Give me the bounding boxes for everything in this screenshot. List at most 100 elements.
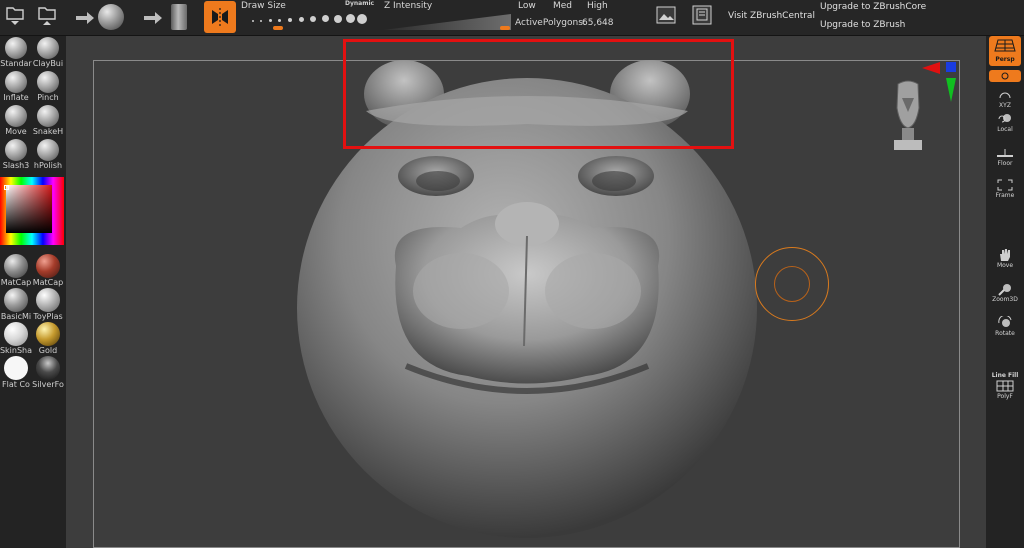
arrow-right-icon[interactable] [75, 10, 95, 29]
size-dot [346, 14, 355, 23]
active-polygons-value: 65,648 [582, 18, 614, 28]
material-thumbnail [4, 356, 28, 380]
symmetry-icon[interactable] [204, 1, 236, 33]
brush-claybuildup[interactable]: ClayBui [32, 37, 64, 68]
document-icon[interactable] [692, 5, 712, 29]
size-dot [322, 15, 329, 22]
material-label: ToyPlas [33, 312, 63, 321]
size-dot [310, 16, 316, 22]
arrow-right-icon[interactable] [143, 10, 163, 29]
floor-icon [988, 146, 1022, 160]
brush-pinch[interactable]: Pinch [32, 71, 64, 102]
save-icon[interactable] [36, 4, 58, 26]
z-intensity-slider[interactable] [383, 14, 511, 30]
size-dot [334, 15, 342, 23]
size-dot [252, 20, 254, 22]
frame-button[interactable]: Frame [988, 178, 1022, 199]
rotate-icon [988, 316, 1022, 330]
material-flatcolor[interactable]: Flat Co [0, 356, 32, 389]
med-button[interactable]: Med [553, 1, 572, 11]
size-dot [299, 17, 304, 22]
high-button[interactable]: High [587, 1, 608, 11]
sphere-tool-icon[interactable] [98, 4, 124, 30]
color-picker[interactable] [0, 177, 64, 245]
brush-thumbnail [37, 139, 59, 161]
upgrade-zbrush-button[interactable]: Upgrade to ZBrush [814, 18, 911, 32]
material-toyplastic[interactable]: ToyPlas [32, 288, 64, 321]
upgrade-zbrushcore-button[interactable]: Upgrade to ZBrushCore [814, 0, 932, 14]
image-icon[interactable] [656, 6, 676, 28]
brush-hpolish[interactable]: hPolish [32, 139, 64, 170]
open-icon[interactable] [4, 4, 26, 26]
move-button[interactable]: Move [988, 248, 1022, 269]
color-picker-square[interactable] [6, 185, 52, 233]
chain-icon [1001, 72, 1009, 80]
material-thumbnail [36, 288, 60, 312]
hand-icon [988, 248, 1022, 262]
brush-label: Pinch [37, 93, 59, 102]
head-orientation-icon[interactable] [892, 78, 924, 150]
brush-label: Move [5, 127, 27, 136]
zoom-icon [988, 282, 1022, 296]
brush-cursor-inner [774, 266, 810, 302]
brush-standard[interactable]: Standar [0, 37, 32, 68]
brush-slash3[interactable]: Slash3 [0, 139, 32, 170]
dynamic-label[interactable]: Dynamic [345, 0, 374, 7]
size-dot [278, 19, 281, 22]
brush-move[interactable]: Move [0, 105, 32, 136]
local-icon [988, 112, 1022, 126]
draw-size-slider[interactable] [248, 12, 368, 30]
zoom3d-button[interactable]: Zoom3D [988, 282, 1022, 303]
material-skinshade[interactable]: SkinSha [0, 322, 32, 355]
persp-button[interactable]: Persp [989, 36, 1021, 66]
brush-thumbnail [37, 71, 59, 93]
material-matcap-gray[interactable]: MatCap [0, 254, 32, 287]
material-label: MatCap [0, 278, 32, 287]
viewport-canvas[interactable] [66, 36, 986, 548]
local-button[interactable]: Local [988, 112, 1022, 133]
material-label: Flat Co [2, 380, 30, 389]
top-toolbar: Draw Size Dynamic Z Intensity Low Med Hi… [0, 0, 1024, 36]
grid-icon [994, 39, 1016, 52]
frame-label: Frame [995, 192, 1015, 199]
brush-thumbnail [5, 37, 27, 59]
xyz-button[interactable]: XYZ [988, 88, 1022, 109]
material-basic[interactable]: BasicMi [0, 288, 32, 321]
material-thumbnail [4, 322, 28, 346]
z-intensity-handle[interactable] [500, 26, 510, 30]
rotate-button[interactable]: Rotate [988, 316, 1022, 337]
floor-button[interactable]: Floor [988, 146, 1022, 167]
material-silverfoil[interactable]: SilverFo [32, 356, 64, 389]
line-fill-label: Line Fill [991, 372, 1019, 379]
brush-thumbnail [37, 37, 59, 59]
brush-thumbnail [5, 105, 27, 127]
visit-zbrushcentral-button[interactable]: Visit ZBrushCentral [722, 9, 821, 23]
move-label: Move [996, 262, 1014, 269]
material-thumbnail [36, 322, 60, 346]
right-shelf: Persp XYZ Local Floor Frame Move Zoom3D … [986, 36, 1024, 548]
color-picker-marker[interactable] [4, 185, 9, 190]
frame-icon [988, 178, 1022, 192]
persp-options-button[interactable] [989, 70, 1021, 82]
material-thumbnail [36, 254, 60, 278]
material-label: Gold [38, 346, 58, 355]
polyf-label: PolyF [997, 393, 1013, 400]
brush-inflate[interactable]: Inflate [0, 71, 32, 102]
material-matcap-red[interactable]: MatCap [32, 254, 64, 287]
active-polygons-label: ActivePolygons: [515, 18, 586, 28]
brush-label: SnakeH [32, 127, 64, 136]
persp-label: Persp [995, 56, 1015, 63]
cylinder-tool-icon[interactable] [171, 4, 187, 30]
low-button[interactable]: Low [518, 1, 536, 11]
material-gold[interactable]: Gold [32, 322, 64, 355]
brush-thumbnail [5, 71, 27, 93]
brush-label: hPolish [33, 161, 63, 170]
draw-size-handle[interactable] [273, 26, 283, 30]
polyf-button[interactable]: Line Fill PolyF [988, 372, 1022, 400]
rotate-label: Rotate [995, 330, 1015, 337]
draw-size-label: Draw Size [241, 1, 286, 11]
brush-label: Slash3 [2, 161, 30, 170]
brush-snakehook[interactable]: SnakeH [32, 105, 64, 136]
zoom3d-label: Zoom3D [992, 296, 1018, 303]
material-label: SkinSha [0, 346, 33, 355]
